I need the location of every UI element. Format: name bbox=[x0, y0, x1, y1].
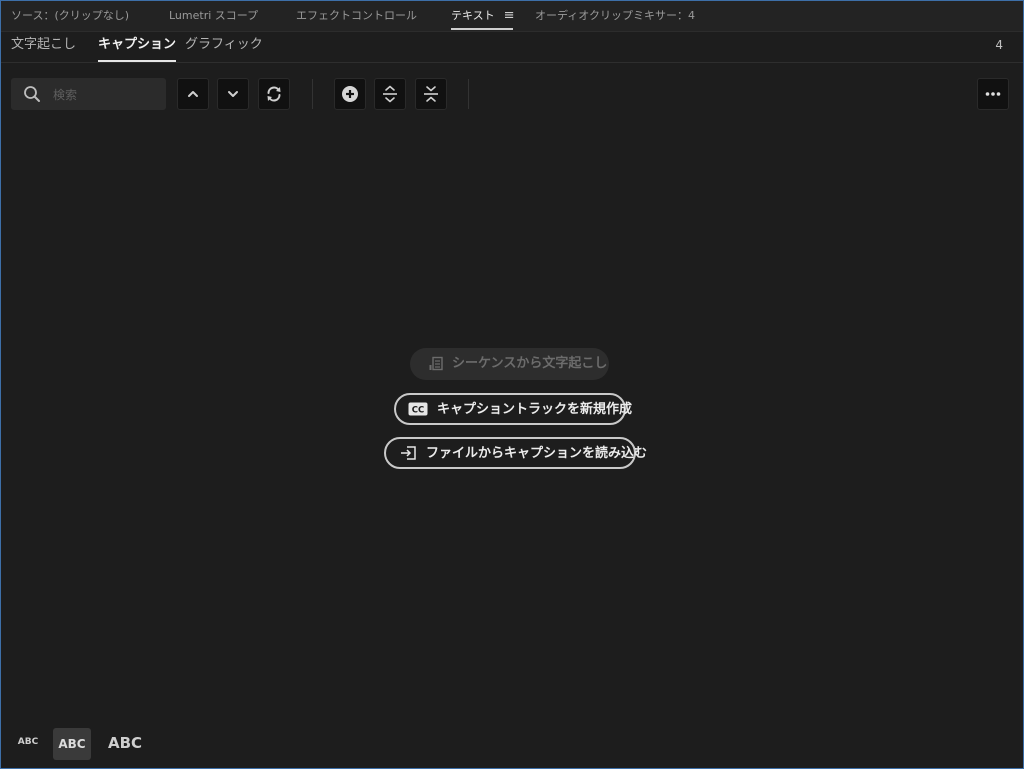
split-caption-button[interactable] bbox=[374, 78, 406, 110]
search-icon bbox=[24, 86, 40, 102]
chevron-down-icon bbox=[228, 91, 238, 97]
tab-audio-clip-mixer[interactable]: オーディオクリップミキサー：4 bbox=[535, 1, 695, 31]
sub-tab-strip: 文字起こし キャプション グラフィック 4 bbox=[1, 32, 1023, 63]
subtab-graphics[interactable]: グラフィック bbox=[185, 32, 263, 62]
tab-text-label: テキスト bbox=[451, 9, 495, 22]
chevron-up-icon bbox=[188, 91, 198, 97]
subtab-transcript[interactable]: 文字起こし bbox=[11, 32, 76, 62]
text-size-medium-button[interactable]: ABC bbox=[53, 728, 91, 760]
tab-effect-controls[interactable]: エフェクトコントロール bbox=[296, 1, 417, 31]
refresh-button[interactable] bbox=[258, 78, 290, 110]
panel-tab-strip: ソース：(クリップなし) Lumetri スコープ エフェクトコントロール テキ… bbox=[1, 1, 1023, 32]
previous-caption-button[interactable] bbox=[177, 78, 209, 110]
transcribe-sequence-label: シーケンスから文字起こし bbox=[452, 356, 608, 371]
closed-caption-icon: CC bbox=[408, 402, 428, 416]
search-box bbox=[11, 78, 166, 110]
refresh-icon bbox=[267, 86, 281, 102]
add-caption-button[interactable] bbox=[334, 78, 366, 110]
tab-source[interactable]: ソース：(クリップなし) bbox=[11, 1, 129, 31]
create-caption-track-button[interactable]: CC キャプショントラックを新規作成 bbox=[394, 393, 632, 425]
import-captions-label: ファイルからキャプションを読み込む bbox=[426, 446, 648, 461]
tab-text[interactable]: テキスト ≡ bbox=[451, 1, 515, 31]
more-options-button[interactable] bbox=[977, 78, 1009, 110]
merge-caption-button[interactable] bbox=[415, 78, 447, 110]
transcribe-sequence-button[interactable]: シーケンスから文字起こし bbox=[410, 348, 609, 380]
subtab-captions[interactable]: キャプション bbox=[98, 32, 177, 62]
tab-lumetri-scopes[interactable]: Lumetri スコープ bbox=[169, 1, 258, 31]
caption-count: 4 bbox=[995, 38, 1003, 52]
text-panel: ソース：(クリップなし) Lumetri スコープ エフェクトコントロール テキ… bbox=[0, 0, 1024, 769]
toolbar-divider bbox=[312, 79, 313, 109]
transcript-icon bbox=[429, 356, 443, 371]
text-size-small-button[interactable]: ABC bbox=[15, 737, 41, 747]
import-captions-button[interactable]: ファイルからキャプションを読み込む bbox=[384, 437, 647, 469]
import-icon bbox=[401, 446, 416, 460]
search-input[interactable] bbox=[51, 84, 160, 106]
svg-text:CC: CC bbox=[412, 406, 424, 416]
merge-icon bbox=[424, 86, 438, 102]
add-circle-icon bbox=[342, 86, 358, 102]
panel-menu-icon[interactable]: ≡ bbox=[504, 1, 515, 31]
split-icon bbox=[383, 85, 397, 103]
toolbar-divider bbox=[468, 79, 469, 109]
more-icon bbox=[985, 92, 1001, 96]
create-caption-track-label: キャプショントラックを新規作成 bbox=[437, 402, 633, 417]
text-size-large-button[interactable]: ABC bbox=[105, 734, 145, 752]
next-caption-button[interactable] bbox=[217, 78, 249, 110]
